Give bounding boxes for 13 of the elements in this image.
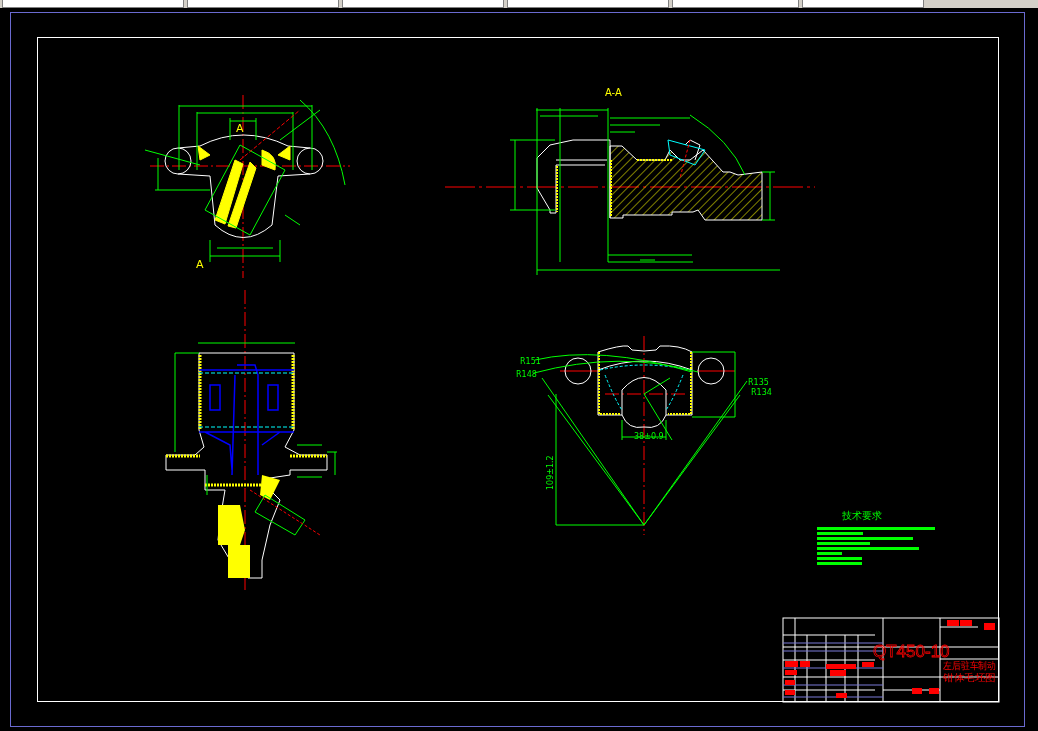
material-label: QT450-10 [873,642,950,661]
part-name: 左后驻车制动 [943,660,1003,671]
notes-title: 技术要求 [842,510,882,521]
section-marker-label: A [196,258,204,271]
part-name: 钳体毛坯图 [943,672,993,683]
section-marker-label: A [236,122,244,135]
section-title: A-A [605,87,622,98]
dimension-label: R151 [520,357,541,366]
dimension-label: 109±1.2 [546,455,555,490]
dimension-label: 38±0.9 [634,432,664,441]
dimension-label: R135 [748,378,769,387]
dimension-label: R134 [751,388,772,397]
dimension-label: R148 [516,370,537,379]
